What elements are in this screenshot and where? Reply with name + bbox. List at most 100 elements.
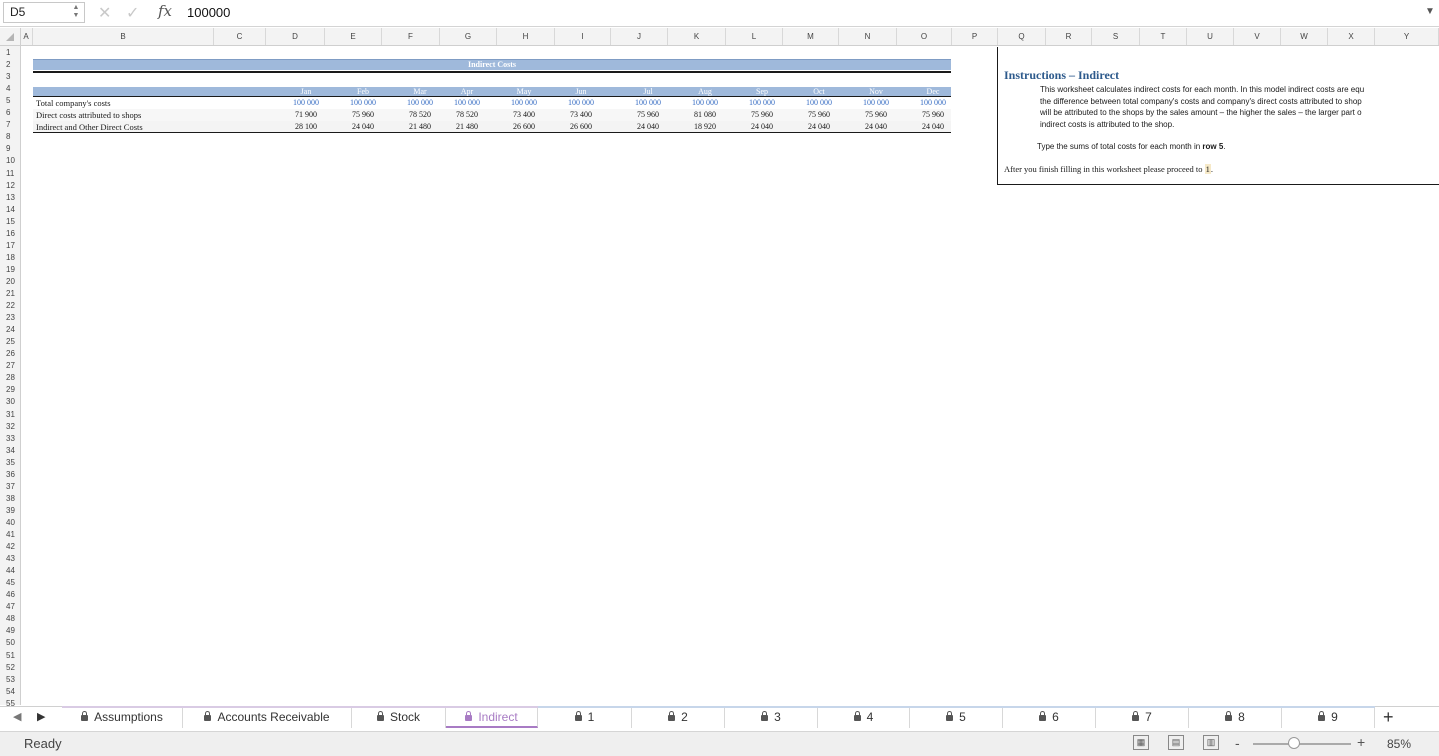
row-header-cell[interactable]: 8 [0, 131, 24, 143]
table-cell[interactable]: 75 960 [851, 110, 901, 119]
table-cell[interactable]: 24 040 [908, 122, 958, 131]
page-break-view-icon[interactable]: ▥ [1203, 735, 1219, 750]
row-header-cell[interactable]: 7 [0, 119, 24, 131]
row-header-cell[interactable]: 29 [0, 384, 24, 396]
row-header-cell[interactable]: 52 [0, 662, 24, 674]
row-header-cell[interactable]: 46 [0, 589, 24, 601]
check-icon[interactable]: ✓ [126, 3, 139, 23]
row-header-cell[interactable]: 54 [0, 686, 24, 698]
row-header-cell[interactable]: 32 [0, 421, 24, 433]
row-header-cell[interactable]: 10 [0, 155, 24, 167]
table-cell[interactable]: 100 000 [908, 98, 958, 107]
row-header-cell[interactable]: 49 [0, 625, 24, 637]
row-header-cell[interactable]: 44 [0, 565, 24, 577]
table-cell[interactable]: 75 960 [338, 110, 388, 119]
row-header-cell[interactable]: 36 [0, 469, 24, 481]
column-header-cell[interactable]: A [20, 28, 33, 45]
table-cell[interactable]: 24 040 [794, 122, 844, 131]
row-header-cell[interactable]: 42 [0, 541, 24, 553]
table-cell[interactable]: 75 960 [623, 110, 673, 119]
row-header-cell[interactable]: 45 [0, 577, 24, 589]
row-header-cell[interactable]: 2 [0, 59, 24, 71]
table-cell[interactable]: 24 040 [851, 122, 901, 131]
table-cell[interactable]: 21 480 [395, 122, 445, 131]
table-cell[interactable]: 100 000 [737, 98, 787, 107]
column-header-cell[interactable]: J [611, 28, 668, 45]
row-header-cell[interactable]: 4 [0, 83, 24, 95]
column-header-cell[interactable]: E [325, 28, 382, 45]
sheet-tab[interactable]: 2 [632, 706, 725, 728]
table-cell[interactable]: 100 000 [851, 98, 901, 107]
column-header-cell[interactable]: K [668, 28, 726, 45]
table-cell[interactable]: 24 040 [737, 122, 787, 131]
table-cell[interactable]: 73 400 [499, 110, 549, 119]
row-header-cell[interactable]: 12 [0, 180, 24, 192]
sheet-tab[interactable]: Indirect [446, 706, 538, 728]
row-header-cell[interactable]: 33 [0, 433, 24, 445]
table-cell[interactable]: 100 000 [680, 98, 730, 107]
row-header-cell[interactable]: 21 [0, 288, 24, 300]
row-header-cell[interactable]: 48 [0, 613, 24, 625]
column-header-cell[interactable]: B [33, 28, 214, 45]
row-header-cell[interactable]: 47 [0, 601, 24, 613]
zoom-slider-track[interactable] [1253, 743, 1351, 745]
table-cell[interactable]: 100 000 [556, 98, 606, 107]
row-header-cell[interactable]: 14 [0, 204, 24, 216]
column-header-cell[interactable]: M [783, 28, 839, 45]
column-header-cell[interactable]: R [1046, 28, 1092, 45]
zoom-in-button[interactable]: + [1357, 734, 1365, 750]
table-cell[interactable]: 100 000 [623, 98, 673, 107]
row-header-cell[interactable]: 28 [0, 372, 24, 384]
table-cell[interactable]: 21 480 [442, 122, 492, 131]
row-header-cell[interactable]: 23 [0, 312, 24, 324]
column-header-cell[interactable]: X [1328, 28, 1375, 45]
sheet-tab[interactable]: Stock [352, 706, 446, 728]
table-cell[interactable]: 100 000 [794, 98, 844, 107]
column-header-cell[interactable]: Q [998, 28, 1046, 45]
row-header-cell[interactable]: 5 [0, 95, 24, 107]
row-header-cell[interactable]: 20 [0, 276, 24, 288]
table-cell[interactable]: 24 040 [623, 122, 673, 131]
chevron-down-icon[interactable]: ▼ [1425, 6, 1435, 17]
name-box-stepper-icon[interactable]: ▲ ▼ [71, 4, 81, 22]
column-header-cell[interactable]: Y [1375, 28, 1439, 45]
table-cell[interactable]: 26 600 [556, 122, 606, 131]
row-header-cell[interactable]: 3 [0, 71, 24, 83]
row-header-cell[interactable]: 30 [0, 396, 24, 408]
table-cell[interactable]: 78 520 [442, 110, 492, 119]
row-header-cell[interactable]: 39 [0, 505, 24, 517]
sheet-tab[interactable]: 7 [1096, 706, 1189, 728]
column-header-cell[interactable]: O [897, 28, 952, 45]
row-header-cell[interactable]: 16 [0, 228, 24, 240]
row-header-cell[interactable]: 34 [0, 445, 24, 457]
column-header-cell[interactable]: U [1187, 28, 1234, 45]
column-header-cell[interactable]: G [440, 28, 497, 45]
table-cell[interactable]: 75 960 [794, 110, 844, 119]
row-header-cell[interactable]: 15 [0, 216, 24, 228]
sheet-tab[interactable]: 9 [1282, 706, 1375, 728]
table-cell[interactable]: 26 600 [499, 122, 549, 131]
column-header-cell[interactable]: L [726, 28, 783, 45]
row-header-cell[interactable]: 51 [0, 650, 24, 662]
column-header-cell[interactable]: D [266, 28, 325, 45]
table-cell[interactable]: 100 000 [442, 98, 492, 107]
table-cell[interactable]: 73 400 [556, 110, 606, 119]
table-cell[interactable]: 100 000 [395, 98, 445, 107]
row-header-cell[interactable]: 13 [0, 192, 24, 204]
sheet-tab[interactable]: 3 [725, 706, 818, 728]
column-header-cell[interactable]: N [839, 28, 897, 45]
row-header-cell[interactable]: 22 [0, 300, 24, 312]
table-cell[interactable]: 100 000 [499, 98, 549, 107]
table-cell[interactable]: 28 100 [281, 122, 331, 131]
column-header-cell[interactable]: S [1092, 28, 1140, 45]
table-cell[interactable]: 100 000 [281, 98, 331, 107]
sheet-tab[interactable]: 1 [538, 706, 632, 728]
normal-view-icon[interactable]: ▦ [1133, 735, 1149, 750]
column-header-cell[interactable]: F [382, 28, 440, 45]
zoom-out-button[interactable]: - [1235, 735, 1240, 751]
table-cell[interactable]: 78 520 [395, 110, 445, 119]
table-cell[interactable]: 24 040 [338, 122, 388, 131]
row-header-cell[interactable]: 31 [0, 409, 24, 421]
column-header-cell[interactable]: C [214, 28, 266, 45]
tab-scroll-right-icon[interactable]: ▶ [37, 710, 45, 723]
